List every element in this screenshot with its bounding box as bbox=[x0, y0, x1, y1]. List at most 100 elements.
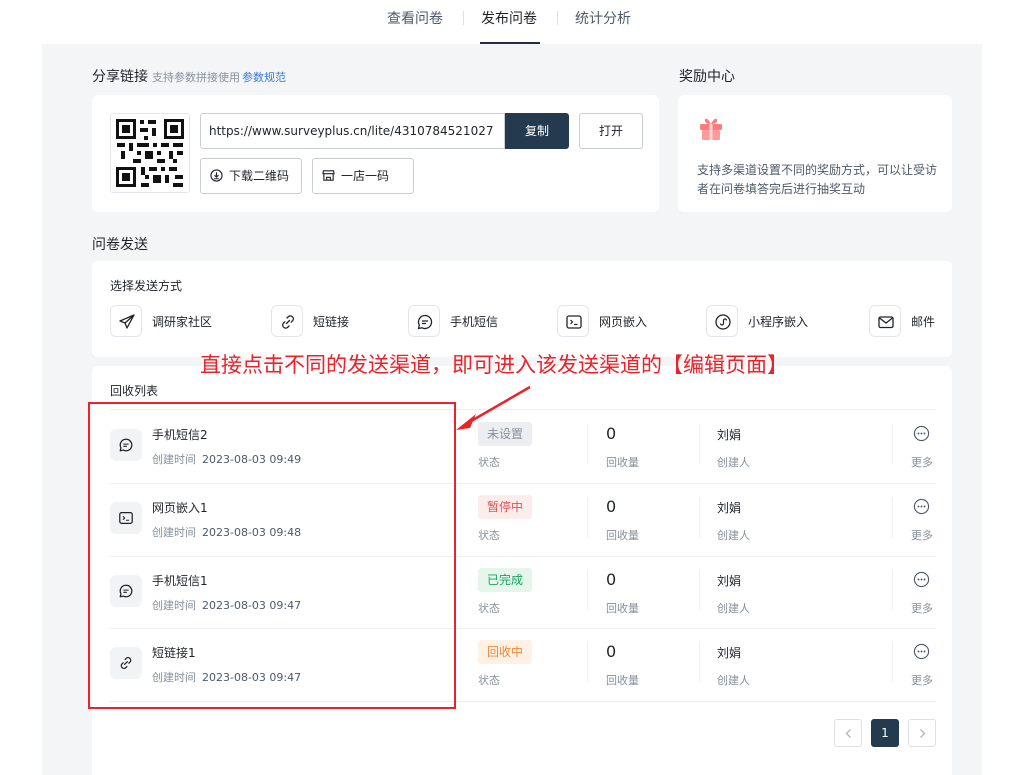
method-short-link[interactable]: 短链接 bbox=[271, 305, 371, 337]
more-icon[interactable] bbox=[913, 571, 930, 588]
method-email[interactable]: 邮件 bbox=[869, 305, 949, 337]
column-divider bbox=[892, 642, 893, 682]
method-community[interactable]: 调研家社区 bbox=[110, 305, 230, 337]
store-code-label: 一店一码 bbox=[341, 169, 390, 183]
recovery-count: 0 bbox=[606, 424, 617, 443]
qr-code[interactable] bbox=[110, 113, 190, 193]
top-tabs: 查看问卷 发布问卷 统计分析 bbox=[0, 0, 1024, 44]
column-divider bbox=[587, 424, 588, 464]
creator-name: 刘娟 bbox=[717, 646, 742, 660]
creator-name: 刘娟 bbox=[717, 428, 742, 442]
paper-plane-icon bbox=[119, 314, 135, 329]
creator-name: 刘娟 bbox=[717, 501, 742, 515]
more-icon[interactable] bbox=[913, 498, 930, 515]
column-divider bbox=[699, 424, 700, 464]
creator-name: 刘娟 bbox=[717, 574, 742, 588]
reward-title: 奖励中心 bbox=[679, 69, 735, 85]
method-icon-box bbox=[869, 305, 901, 337]
method-icon-box bbox=[557, 305, 589, 337]
column-divider bbox=[587, 570, 588, 610]
status-key: 状态 bbox=[478, 529, 500, 542]
param-spec-link[interactable]: 参数规范 bbox=[242, 71, 286, 84]
annotation-text: 直接点击不同的发送渠道，即可进入该发送渠道的【编辑页面】 bbox=[200, 353, 788, 377]
status-badge: 已完成 bbox=[478, 568, 533, 592]
creator-key: 创建人 bbox=[717, 602, 750, 615]
method-mini-program[interactable]: 小程序嵌入 bbox=[706, 305, 826, 337]
more-key[interactable]: 更多 bbox=[911, 672, 933, 688]
method-icon-box bbox=[408, 305, 440, 337]
share-title: 分享链接 bbox=[92, 69, 148, 85]
send-section-title: 问卷发送 bbox=[92, 237, 148, 253]
method-web-embed[interactable]: 网页嵌入 bbox=[557, 305, 667, 337]
method-icon-box bbox=[110, 305, 142, 337]
tab-divider bbox=[557, 11, 558, 25]
status-badge: 回收中 bbox=[478, 640, 533, 664]
terminal-icon bbox=[566, 315, 582, 329]
status-badge: 暂停中 bbox=[478, 495, 533, 519]
method-label: 调研家社区 bbox=[152, 315, 213, 329]
column-divider bbox=[699, 497, 700, 537]
download-qr-label: 下载二维码 bbox=[229, 169, 290, 183]
status-key: 状态 bbox=[478, 674, 500, 687]
method-icon-box bbox=[271, 305, 303, 337]
message-icon bbox=[417, 314, 433, 330]
annotation-arrow-icon bbox=[456, 385, 531, 430]
recovery-count: 0 bbox=[606, 570, 617, 589]
method-label: 短链接 bbox=[313, 315, 350, 329]
more-icon[interactable] bbox=[913, 643, 930, 660]
chevron-left-icon bbox=[845, 729, 851, 738]
prev-page-button[interactable] bbox=[834, 719, 862, 747]
count-key: 回收量 bbox=[606, 602, 639, 615]
tab-statistics[interactable]: 统计分析 bbox=[575, 9, 631, 29]
reward-card[interactable]: 支持多渠道设置不同的奖励方式，可以让受访者在问卷填答完后进行抽奖互动 bbox=[678, 95, 952, 212]
gift-icon bbox=[700, 118, 722, 140]
link-icon bbox=[282, 315, 294, 329]
share-hint: 支持参数拼接使用 bbox=[152, 71, 240, 84]
column-divider bbox=[892, 424, 893, 464]
choose-method-label: 选择发送方式 bbox=[110, 279, 183, 293]
share-section-title: 分享链接 支持参数拼接使用 参数规范 bbox=[92, 66, 286, 86]
column-divider bbox=[699, 570, 700, 610]
creator-key: 创建人 bbox=[717, 529, 750, 542]
annotation-highlight-box bbox=[88, 402, 456, 709]
status-key: 状态 bbox=[478, 602, 500, 615]
recovery-list-title: 回收列表 bbox=[110, 384, 159, 398]
download-qr-button[interactable]: 下载二维码 bbox=[200, 158, 302, 194]
column-divider bbox=[892, 497, 893, 537]
more-key[interactable]: 更多 bbox=[911, 454, 933, 470]
count-key: 回收量 bbox=[606, 456, 639, 469]
method-label: 网页嵌入 bbox=[599, 315, 648, 329]
creator-key: 创建人 bbox=[717, 456, 750, 469]
share-url-field[interactable]: https://www.surveyplus.cn/lite/431078452… bbox=[200, 113, 505, 149]
download-icon bbox=[210, 169, 223, 182]
recovery-count: 0 bbox=[606, 642, 617, 661]
store-icon bbox=[322, 170, 335, 181]
send-methods-card: 选择发送方式 调研家社区 短链接 手机短信 网页嵌入 小程序嵌入 邮件 bbox=[92, 261, 952, 357]
method-label: 邮件 bbox=[911, 315, 936, 329]
tab-view-survey[interactable]: 查看问卷 bbox=[387, 9, 443, 29]
reward-description: 支持多渠道设置不同的奖励方式，可以让受访者在问卷填答完后进行抽奖互动 bbox=[697, 163, 938, 196]
more-key[interactable]: 更多 bbox=[911, 527, 933, 543]
next-page-button[interactable] bbox=[908, 719, 936, 747]
chevron-right-icon bbox=[920, 729, 926, 738]
column-divider bbox=[892, 570, 893, 610]
copy-button[interactable]: 复制 bbox=[505, 113, 569, 149]
creator-key: 创建人 bbox=[717, 674, 750, 687]
recovery-count: 0 bbox=[606, 497, 617, 516]
count-key: 回收量 bbox=[606, 674, 639, 687]
method-icon-box bbox=[706, 305, 738, 337]
tab-publish-survey[interactable]: 发布问卷 bbox=[481, 9, 537, 29]
method-sms[interactable]: 手机短信 bbox=[408, 305, 518, 337]
method-label: 小程序嵌入 bbox=[748, 315, 809, 329]
column-divider bbox=[699, 642, 700, 682]
page-current[interactable]: 1 bbox=[871, 719, 899, 747]
qr-code-icon bbox=[116, 119, 184, 187]
open-button[interactable]: 打开 bbox=[579, 113, 643, 149]
share-card: https://www.surveyplus.cn/lite/431078452… bbox=[92, 95, 659, 212]
more-key[interactable]: 更多 bbox=[911, 600, 933, 616]
column-divider bbox=[587, 642, 588, 682]
store-code-button[interactable]: 一店一码 bbox=[312, 158, 414, 194]
status-key: 状态 bbox=[478, 456, 500, 469]
more-icon[interactable] bbox=[913, 425, 930, 442]
tab-divider bbox=[463, 11, 464, 25]
